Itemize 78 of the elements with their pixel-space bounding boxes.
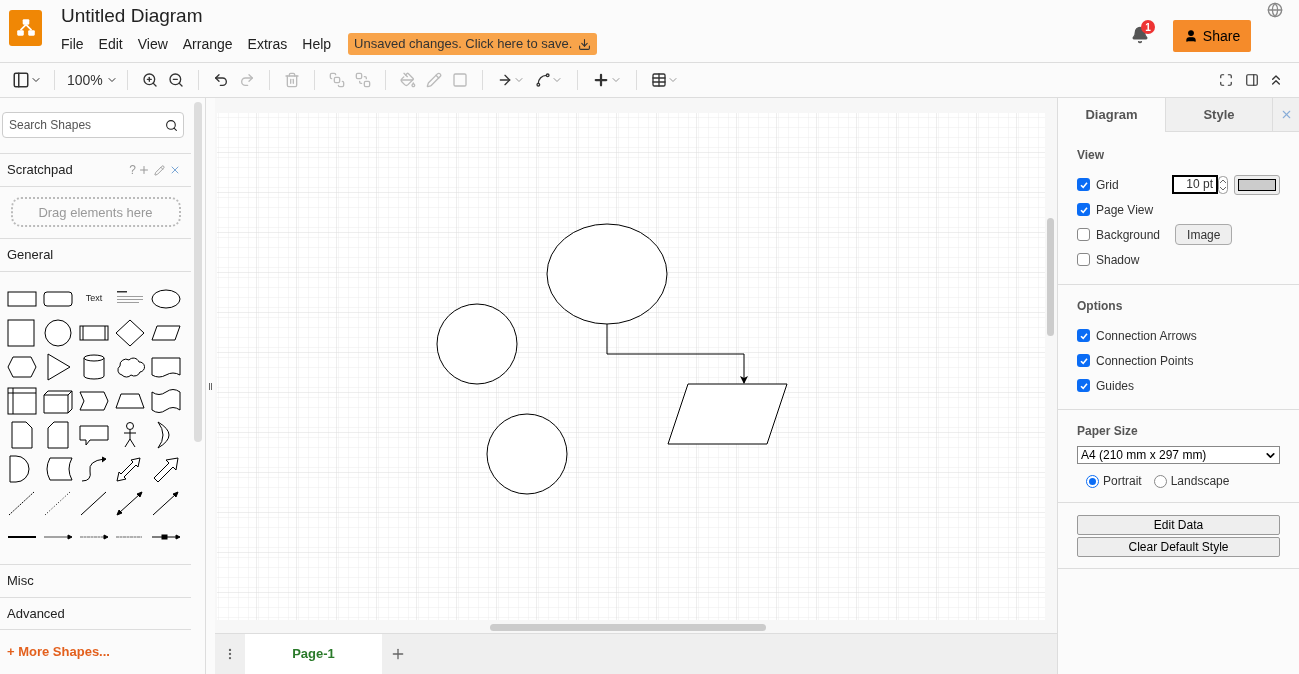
share-button[interactable]: Share xyxy=(1173,20,1251,52)
section-title[interactable]: Scratchpad xyxy=(7,160,73,180)
option-label[interactable]: Page View xyxy=(1096,200,1154,219)
close-icon[interactable] xyxy=(169,164,181,176)
checkbox[interactable] xyxy=(1077,203,1090,216)
notification-count: 1 xyxy=(1141,20,1155,34)
radio-button[interactable] xyxy=(1086,474,1099,488)
section-title: View xyxy=(1077,147,1106,164)
drop-zone: Drag elements here xyxy=(10,197,181,228)
checkbox[interactable] xyxy=(1077,253,1090,266)
search-field[interactable]: Search Shapes xyxy=(2,112,184,138)
panel-tab[interactable]: Style xyxy=(1165,98,1272,132)
menu-item[interactable]: File xyxy=(61,33,84,55)
globe-icon[interactable] xyxy=(1267,2,1283,18)
checkbox[interactable] xyxy=(1077,178,1090,191)
square-shape[interactable] xyxy=(6,318,38,347)
undo-icon[interactable] xyxy=(212,72,229,88)
person-icon xyxy=(1183,29,1198,43)
fullscreen-icon[interactable] xyxy=(1219,73,1233,87)
panel-button[interactable]: Edit Data xyxy=(1077,515,1280,535)
arrow-shape[interactable] xyxy=(150,488,182,517)
menu-item[interactable]: Edit xyxy=(98,33,123,55)
option-label[interactable]: Guides xyxy=(1096,376,1135,395)
section-header[interactable]: General xyxy=(0,238,191,271)
search-icon[interactable] xyxy=(165,119,178,132)
menu-item[interactable]: Extras xyxy=(247,33,288,55)
option-label[interactable]: Background xyxy=(1096,225,1161,244)
layout-icon[interactable] xyxy=(12,71,42,89)
diamond-shape[interactable] xyxy=(114,318,146,347)
app-logo[interactable] xyxy=(9,10,42,46)
option-label[interactable]: Grid xyxy=(1096,175,1119,194)
circle-shape[interactable] xyxy=(42,318,74,347)
panel-button[interactable]: Clear Default Style xyxy=(1077,537,1280,557)
zoom-out-icon[interactable] xyxy=(167,72,184,88)
connector-arrow[interactable] xyxy=(606,323,748,384)
checkbox[interactable] xyxy=(1077,329,1090,342)
internal-storage-shape[interactable] xyxy=(6,386,38,415)
zoom-dropdown[interactable]: 100% xyxy=(67,69,118,91)
radio-label[interactable]: Portrait xyxy=(1103,472,1142,490)
section-title: Paper Size xyxy=(1077,423,1139,440)
scrollbar[interactable] xyxy=(490,624,766,631)
paper-size-select[interactable]: A4 (210 mm x 297 mm) xyxy=(1077,446,1280,464)
diagram-title[interactable]: Untitled Diagram xyxy=(61,4,598,28)
circle-shape[interactable] xyxy=(436,303,518,385)
checkbox[interactable] xyxy=(1077,354,1090,367)
option-label[interactable]: Connection Arrows xyxy=(1096,326,1197,345)
add-page-icon[interactable] xyxy=(390,646,406,662)
checkbox[interactable] xyxy=(1077,379,1090,392)
option-label[interactable]: Connection Points xyxy=(1096,351,1194,370)
tape-shape[interactable] xyxy=(150,386,182,415)
table-icon[interactable] xyxy=(650,72,679,88)
text-shape[interactable]: Text xyxy=(85,292,103,306)
circle-shape[interactable] xyxy=(486,413,568,495)
bidirectional-arrow-shape[interactable] xyxy=(114,488,146,517)
waypoints-icon[interactable] xyxy=(534,72,563,88)
checkbox[interactable] xyxy=(1077,228,1090,241)
section-title: Options xyxy=(1077,298,1124,315)
image-button[interactable]: Image xyxy=(1175,224,1233,245)
download-icon xyxy=(578,37,592,51)
menu-item[interactable]: View xyxy=(137,33,168,55)
menu-item[interactable]: Arrange xyxy=(182,33,233,55)
grid-size-field[interactable]: 10 pt xyxy=(1172,175,1218,194)
option-label[interactable]: Shadow xyxy=(1096,250,1140,269)
save-banner[interactable]: Unsaved changes. Click here to save. xyxy=(348,33,598,55)
radio-label[interactable]: Landscape xyxy=(1170,472,1230,490)
grid-color-button[interactable] xyxy=(1234,174,1280,195)
resize-handle-icon[interactable] xyxy=(209,382,212,390)
page-tab[interactable]: Page-1 xyxy=(245,634,382,674)
parallelogram-shape[interactable] xyxy=(667,383,788,445)
menu-item[interactable]: Help xyxy=(302,33,332,55)
section-header[interactable]: Misc xyxy=(0,563,191,597)
scrollbar[interactable] xyxy=(1047,218,1054,336)
zoom-in-icon[interactable] xyxy=(141,72,158,88)
section-header[interactable]: Advanced xyxy=(0,596,191,630)
format-panel-icon[interactable] xyxy=(1245,73,1259,87)
scrollbar[interactable] xyxy=(194,102,202,442)
stepper-icon[interactable] xyxy=(1218,175,1228,194)
radio-button[interactable] xyxy=(1153,474,1167,488)
